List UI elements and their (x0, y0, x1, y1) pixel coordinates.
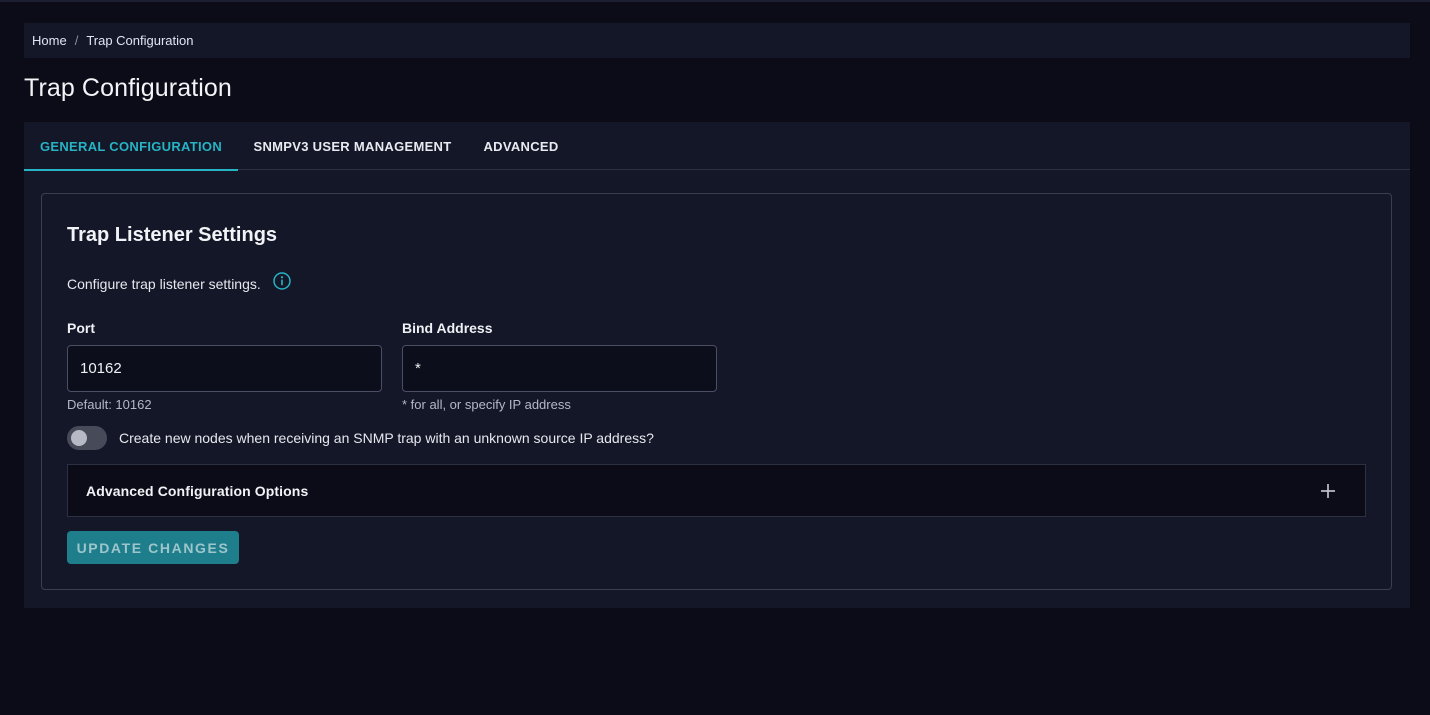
breadcrumb-home[interactable]: Home (32, 33, 67, 48)
create-nodes-toggle[interactable] (67, 426, 107, 450)
breadcrumb-current: Trap Configuration (86, 33, 194, 48)
info-icon[interactable] (272, 271, 292, 291)
breadcrumb-separator: / (74, 33, 79, 48)
tab-bar: GENERAL CONFIGURATION SNMPV3 USER MANAGE… (24, 122, 1410, 171)
tab-advanced[interactable]: ADVANCED (467, 122, 575, 170)
port-label: Port (67, 320, 95, 336)
card-title: Trap Listener Settings (67, 224, 278, 246)
trap-listener-card: Trap Listener Settings Configure trap li… (41, 193, 1392, 590)
accordion-label: Advanced Configuration Options (86, 482, 309, 499)
tab-general-configuration[interactable]: GENERAL CONFIGURATION (24, 122, 238, 171)
bind-address-label: Bind Address (402, 320, 493, 336)
bind-address-helper: * for all, or specify IP address (402, 397, 571, 412)
top-strip (0, 0, 1430, 2)
card-description: Configure trap listener settings. (67, 276, 261, 292)
bind-address-value: * (415, 360, 421, 377)
plus-icon[interactable] (1319, 482, 1337, 500)
port-value: 10162 (80, 360, 122, 377)
create-nodes-label: Create new nodes when receiving an SNMP … (119, 430, 654, 446)
page-title: Trap Configuration (24, 74, 232, 102)
config-panel: GENERAL CONFIGURATION SNMPV3 USER MANAGE… (24, 122, 1410, 608)
tab-snmpv3-user-management[interactable]: SNMPV3 USER MANAGEMENT (238, 122, 467, 170)
update-changes-button[interactable]: UPDATE CHANGES (67, 531, 239, 564)
toggle-thumb (71, 430, 87, 446)
breadcrumb: Home / Trap Configuration (24, 23, 1410, 58)
port-helper: Default: 10162 (67, 397, 152, 412)
bind-address-input[interactable]: * (402, 345, 717, 392)
card-description-row: Configure trap listener settings. (67, 272, 292, 292)
create-nodes-row: Create new nodes when receiving an SNMP … (67, 426, 654, 450)
advanced-configuration-accordion[interactable]: Advanced Configuration Options (67, 464, 1366, 517)
port-input[interactable]: 10162 (67, 345, 382, 392)
